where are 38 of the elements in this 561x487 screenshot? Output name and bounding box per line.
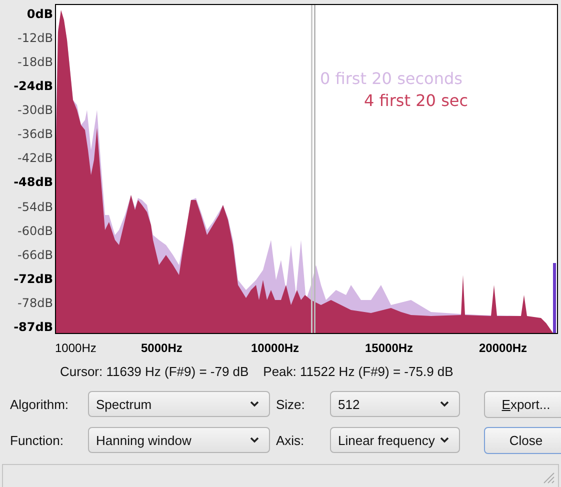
caret-icon: [440, 401, 449, 408]
axis-label: -78dB: [18, 296, 53, 310]
axis-label: -48dB: [14, 175, 53, 190]
axis-label: -72dB: [14, 272, 53, 286]
axis-label: -18dB: [18, 55, 53, 70]
field-label: Function:: [10, 432, 64, 448]
axis-label: -87dB: [14, 320, 53, 334]
axis-label: 1000Hz: [55, 341, 96, 355]
field-label: Algorithm:: [10, 396, 70, 412]
legend-label: 0 first 20 seconds: [320, 69, 462, 88]
axis-label: -24dB: [14, 79, 53, 94]
field-label: Axis:: [276, 432, 306, 448]
caret-icon: [440, 437, 449, 444]
caret-icon: [250, 437, 259, 444]
readout-text: Cursor: 11639 Hz (F#9) = -79 dB Peak: 11522 Hz (F#9) = -75.9 dB: [60, 364, 454, 379]
axis-label: 5000Hz: [141, 341, 182, 355]
axis-label: -42dB: [18, 151, 53, 166]
dropdown[interactable]: Spectrum: [88, 391, 270, 418]
axis-label: -54dB: [18, 200, 53, 214]
axis-label: 15000Hz: [365, 341, 414, 355]
axis-label: -36dB: [18, 127, 53, 142]
legend-label: 4 first 20 sec: [364, 91, 468, 110]
axis-label: -66dB: [18, 248, 53, 262]
axis-label: -60dB: [18, 224, 53, 238]
axis-label: 20000Hz: [479, 341, 528, 355]
resize-grip-icon[interactable]: [543, 472, 555, 484]
button[interactable]: Close: [484, 426, 561, 454]
axis-label: 0dB: [26, 7, 53, 21]
axis-label: -12dB: [18, 31, 53, 46]
edge-marker: [553, 263, 556, 333]
axis-label: 10000Hz: [251, 341, 300, 355]
dropdown[interactable]: Linear frequency: [330, 427, 460, 454]
button[interactable]: Export...: [484, 390, 561, 418]
caret-icon: [250, 401, 259, 408]
field-label: Size:: [276, 396, 306, 412]
dropdown[interactable]: Hanning window: [88, 427, 270, 454]
dropdown[interactable]: 512: [330, 391, 460, 418]
axis-label: -30dB: [18, 103, 53, 118]
